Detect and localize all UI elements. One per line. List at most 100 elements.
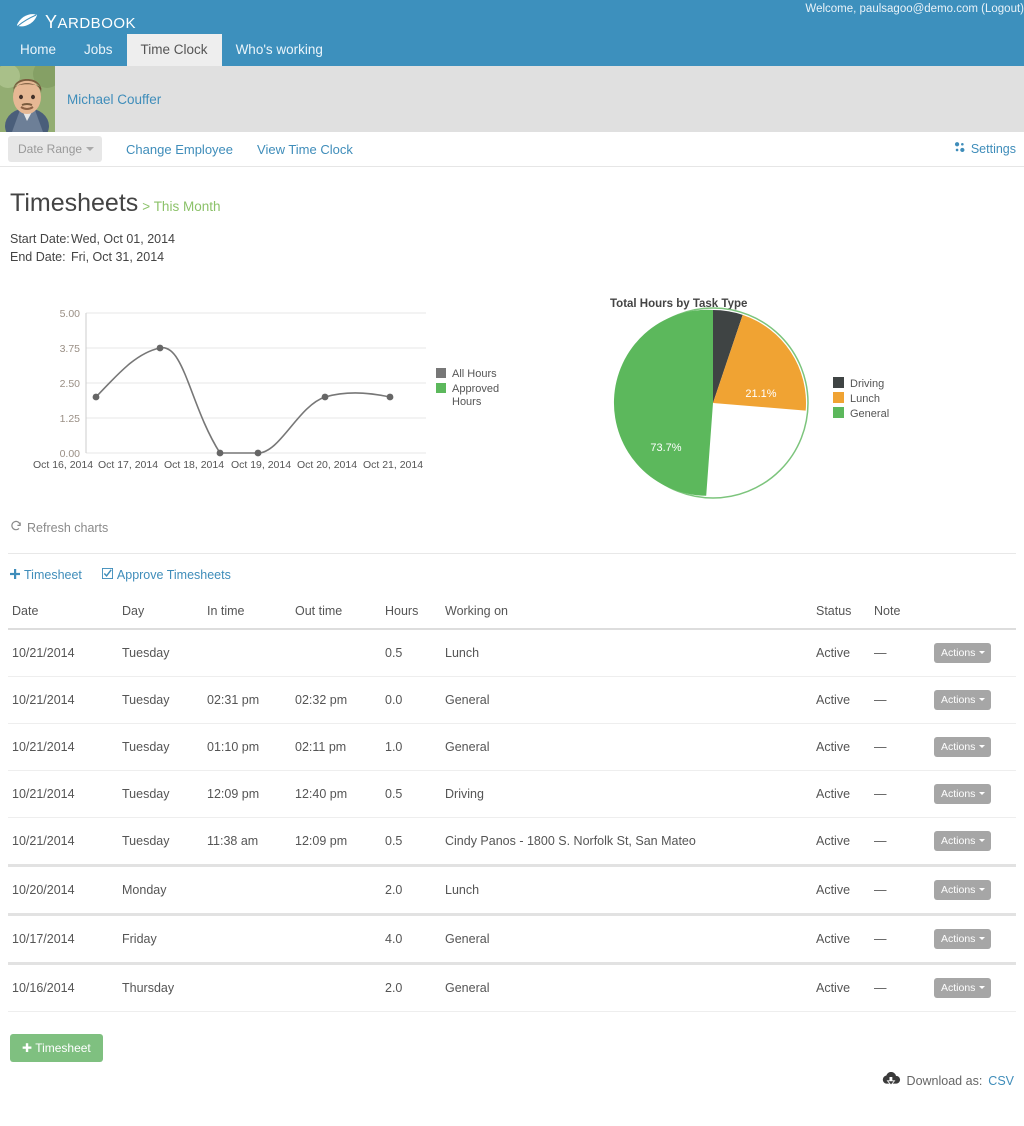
svg-text:Oct 21, 2014: Oct 21, 2014 (363, 459, 423, 471)
timesheet-hours: 0.0 (381, 676, 441, 725)
svg-text:Driving: Driving (850, 378, 884, 390)
download-csv-link[interactable]: CSV (988, 1074, 1014, 1088)
timesheet-day: Tuesday (118, 629, 203, 678)
timesheet-actions-cell: Actions (930, 865, 1016, 917)
timesheet-note: — (870, 914, 930, 966)
column-header-note[interactable]: Note (870, 598, 930, 631)
view-time-clock-link[interactable]: View Time Clock (257, 142, 353, 157)
timesheet-working-on: General (441, 963, 812, 1013)
timesheet-status: Active (812, 817, 870, 868)
plus-icon: ✚ (22, 1041, 33, 1056)
timesheet-date: 10/21/2014 (8, 770, 118, 819)
brand-name: Yardbook (45, 6, 137, 34)
nav-item-whos-working[interactable]: Who's working (222, 34, 337, 67)
timesheet-hours: 4.0 (381, 914, 441, 966)
timesheet-date: 10/21/2014 (8, 676, 118, 725)
actions-button-label: Actions (941, 884, 976, 897)
column-header-day[interactable]: Day (118, 598, 203, 631)
employee-name[interactable]: Michael Couffer (67, 92, 161, 107)
timesheet-date: 10/21/2014 (8, 817, 118, 868)
table-row: 10/16/2014 Thursday 2.0 General Active — Actio… (8, 963, 1016, 1013)
column-header-out-time[interactable]: Out time (291, 598, 381, 631)
add-timesheet-label: Timesheet (24, 568, 82, 583)
actions-button[interactable]: Actions (934, 784, 992, 805)
actions-button[interactable]: Actions (934, 643, 992, 664)
timesheet-note: — (870, 865, 930, 917)
table-row: 10/17/2014 Friday 4.0 General Active — Actions (8, 914, 1016, 966)
page-title-text: Timesheets (10, 189, 139, 217)
column-header-status[interactable]: Status (812, 598, 870, 631)
timesheet-out-time (291, 629, 381, 678)
timesheet-date: 10/20/2014 (8, 865, 118, 917)
svg-text:1.25: 1.25 (60, 413, 81, 425)
timesheet-hours: 1.0 (381, 723, 441, 772)
breadcrumb: > This Month (142, 199, 221, 214)
timesheet-note: — (870, 676, 930, 725)
employee-bar: Michael Couffer (0, 66, 1024, 132)
nav-item-jobs[interactable]: Jobs (70, 34, 127, 67)
actions-button-label: Actions (941, 982, 976, 995)
refresh-charts-link[interactable]: Refresh charts (10, 520, 1016, 535)
timesheet-in-time: 11:38 am (203, 817, 291, 868)
column-header-working-on[interactable]: Working on (441, 598, 812, 631)
brand-logo[interactable]: Yardbook (16, 6, 136, 35)
actions-button-label: Actions (941, 933, 976, 946)
timesheet-out-time: 12:09 pm (291, 817, 381, 868)
download-row: Download as: CSV (8, 1072, 1016, 1090)
timesheet-actions-cell: Actions (930, 770, 1016, 819)
table-row: 10/21/2014 Tuesday 12:09 pm 12:40 pm 0.5 Driv… (8, 770, 1016, 819)
add-timesheet-button[interactable]: ✚ Timesheet (10, 1034, 103, 1063)
timesheet-in-time: 12:09 pm (203, 770, 291, 819)
approve-timesheets-link[interactable]: Approve Timesheets (101, 568, 231, 582)
gear-icon (953, 141, 966, 157)
column-header-date[interactable]: Date (8, 598, 118, 631)
section-divider (8, 553, 1016, 555)
timesheet-out-time (291, 914, 381, 966)
chevron-down-icon (979, 937, 986, 941)
timesheet-day: Tuesday (118, 817, 203, 868)
hours-line-chart: 5.00 3.75 2.50 1.25 0.00 Oct 16, 2014 Oc… (8, 296, 508, 496)
timesheet-out-time (291, 865, 381, 917)
actions-button[interactable]: Actions (934, 929, 992, 950)
end-date-label: End Date: (10, 250, 66, 265)
add-timesheet-link[interactable]: Timesheet (10, 568, 82, 582)
timesheet-in-time (203, 963, 291, 1013)
svg-text:General: General (850, 408, 889, 420)
timesheet-day: Friday (118, 914, 203, 966)
svg-text:Lunch: Lunch (850, 393, 880, 405)
timesheet-date: 10/21/2014 (8, 723, 118, 772)
actions-button[interactable]: Actions (934, 880, 992, 901)
timesheet-status: Active (812, 676, 870, 725)
svg-text:All Hours: All Hours (452, 368, 497, 380)
svg-text:73.7%: 73.7% (650, 442, 681, 454)
actions-button[interactable]: Actions (934, 978, 992, 999)
chevron-down-icon (979, 651, 986, 655)
timesheet-hours: 0.5 (381, 629, 441, 678)
refresh-icon (10, 520, 22, 535)
actions-button[interactable]: Actions (934, 831, 992, 852)
nav-item-home[interactable]: Home (6, 34, 70, 67)
svg-text:Oct 20, 2014: Oct 20, 2014 (297, 459, 357, 471)
timesheet-status: Active (812, 865, 870, 917)
column-header-hours[interactable]: Hours (381, 598, 441, 631)
timesheet-day: Monday (118, 865, 203, 917)
avatar[interactable] (0, 66, 55, 132)
timesheet-day: Tuesday (118, 676, 203, 725)
settings-link[interactable]: Settings (953, 141, 1016, 157)
actions-button[interactable]: Actions (934, 690, 992, 711)
timesheet-in-time: 01:10 pm (203, 723, 291, 772)
cloud-download-icon (881, 1072, 901, 1090)
column-header-in-time[interactable]: In time (203, 598, 291, 631)
date-range-button[interactable]: Date Range (8, 136, 103, 162)
timesheet-out-time: 02:32 pm (291, 676, 381, 725)
table-row: 10/21/2014 Tuesday 11:38 am 12:09 pm 0.5 Cind… (8, 817, 1016, 868)
top-navigation-bar: Welcome, paulsagoo@demo.com (Logout) Yar… (0, 0, 1024, 66)
svg-text:3.75: 3.75 (60, 343, 81, 355)
nav-item-time-clock[interactable]: Time Clock (126, 33, 222, 66)
timesheet-out-time: 02:11 pm (291, 723, 381, 772)
column-header-actions (930, 598, 1016, 631)
actions-button[interactable]: Actions (934, 737, 992, 758)
welcome-message[interactable]: Welcome, paulsagoo@demo.com (Logout) (805, 3, 1024, 15)
change-employee-link[interactable]: Change Employee (126, 142, 233, 157)
svg-text:Oct 16, 2014: Oct 16, 2014 (33, 459, 93, 471)
